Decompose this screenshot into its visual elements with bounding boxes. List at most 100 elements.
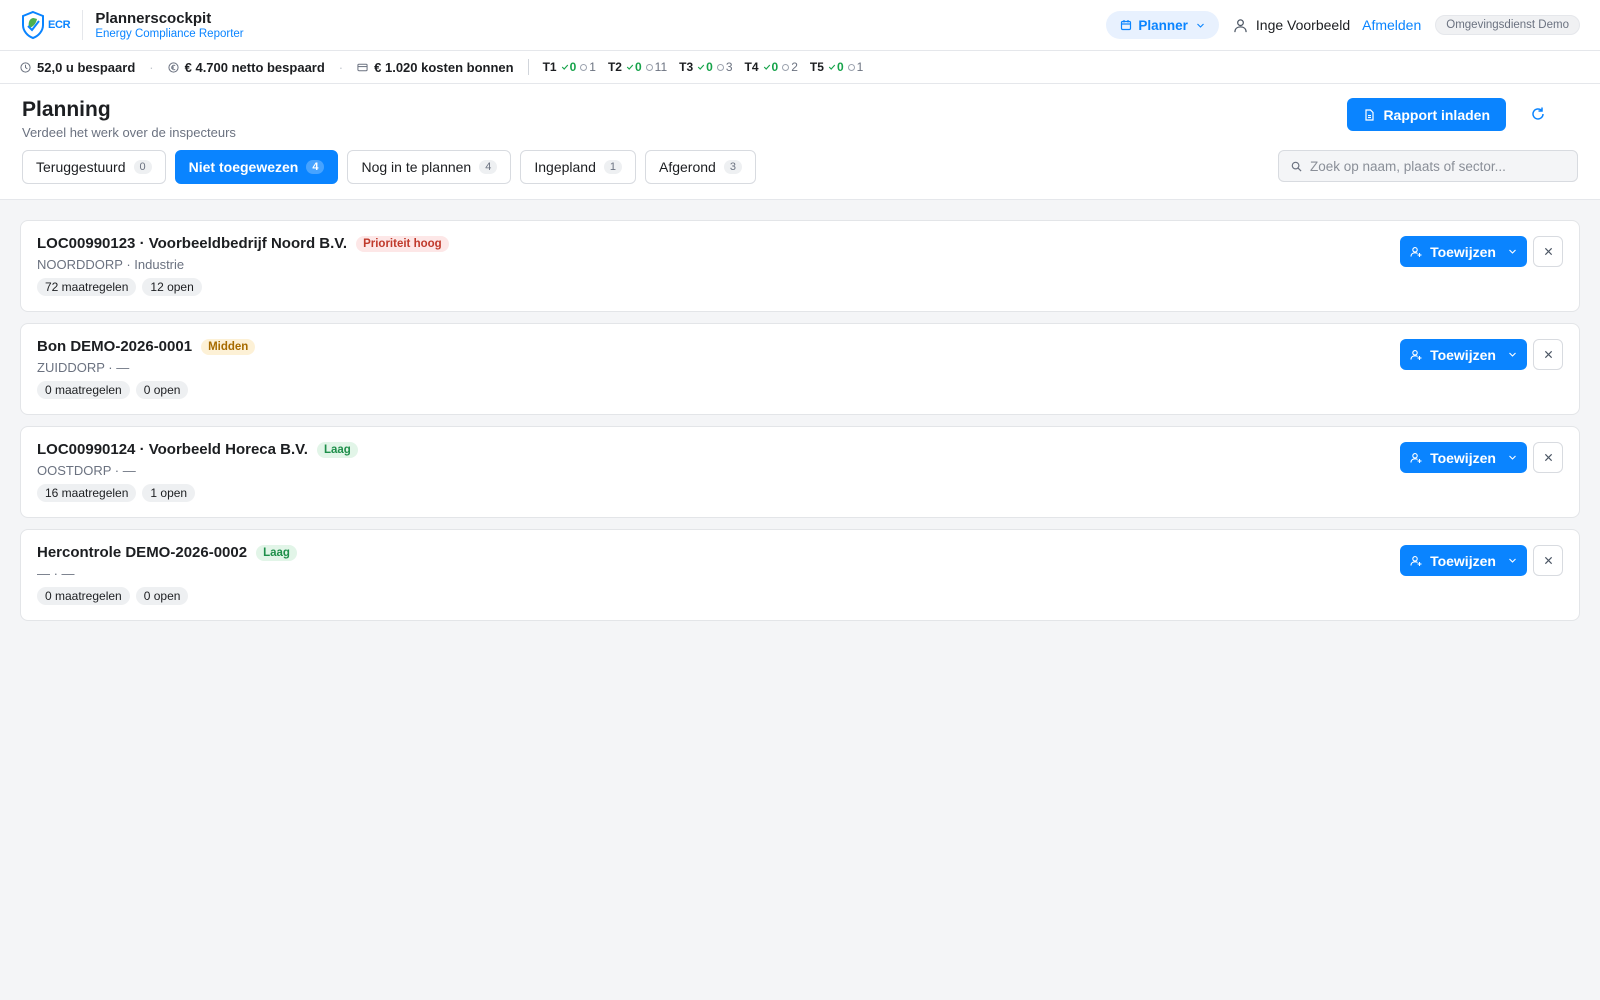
tab-count-badge: 1 (603, 160, 622, 174)
work-item-card[interactable]: Bon DEMO-2026-0001 Midden ZUIDDORP · — 0 ma… (20, 323, 1580, 415)
logout-link[interactable]: Afmelden (1362, 17, 1421, 33)
role-label: Planner (1138, 17, 1188, 33)
load-report-button[interactable]: Rapport inladen (1347, 98, 1506, 131)
user-plus-icon (1410, 452, 1422, 463)
card-location: ZUIDDORP · — (37, 360, 130, 375)
tier-done-value: 0 (706, 60, 713, 74)
card-chips: 0 maatregelen 0 open (37, 381, 1563, 399)
open-count: 1 open (142, 484, 196, 502)
assign-button[interactable]: Toewijzen (1400, 236, 1527, 267)
measures-count: 0 maatregelen (37, 587, 130, 605)
refresh-icon[interactable] (1530, 106, 1546, 122)
tier-4: T4 0 2 (745, 60, 798, 74)
open-count: 0 open (135, 587, 189, 605)
check-icon (697, 64, 705, 70)
user-plus-icon (1410, 349, 1422, 360)
app-logo[interactable]: ECR (20, 10, 84, 40)
tab-teruggestuurd[interactable]: Teruggestuurd 0 (22, 150, 166, 184)
tier-done-value: 0 (771, 60, 779, 74)
measures-count: 72 maatregelen (37, 278, 137, 296)
dismiss-button[interactable] (1533, 339, 1563, 370)
priority-badge: Prioriteit hoog (356, 235, 449, 252)
stat-hours-saved: 52,0 u bespaard (20, 60, 135, 75)
credit-card-icon (357, 63, 368, 71)
tier-name: T1 (542, 60, 557, 74)
card-header: LOC00990123 · Voorbeeldbedrijf Noord B.V… (37, 235, 1563, 252)
tier-done-value: 0 (569, 60, 577, 74)
tier-done-count: 0 (828, 60, 844, 74)
tab-niet-toegewezen[interactable]: Niet toegewezen 4 (174, 150, 339, 184)
work-item-card[interactable]: LOC00990123 · Voorbeeldbedrijf Noord B.V… (20, 220, 1580, 312)
tab-nog-in-te-plannen[interactable]: Nog in te plannen 4 (347, 150, 512, 184)
tab-label: Teruggestuurd (36, 159, 126, 175)
dismiss-button[interactable] (1533, 545, 1563, 576)
dismiss-button[interactable] (1533, 236, 1563, 267)
work-item-card[interactable]: Hercontrole DEMO-2026-0002 Laag — · — 0 maa… (20, 529, 1580, 621)
user-plus-icon (1410, 246, 1422, 257)
user-name: Inge Voorbeeld (1255, 17, 1351, 33)
open-count: 12 open (142, 278, 202, 296)
check-icon (626, 64, 634, 70)
stats-bar: 52,0 u bespaard · € 4.700 netto bespaard… (0, 51, 1600, 84)
priority-badge: Laag (316, 441, 358, 458)
tab-ingepland[interactable]: Ingepland 1 (520, 150, 636, 184)
tier-2: T2 0 11 (608, 60, 667, 74)
chevron-down-icon (1509, 352, 1516, 357)
tier-done-value: 0 (634, 60, 642, 74)
header-right: Planner Inge Voorbeeld Afmelden Omgeving… (1106, 11, 1580, 39)
tier-open-count: 2 (782, 60, 798, 74)
organization-badge: Omgevingsdienst Demo (1435, 15, 1580, 35)
card-chips: 0 maatregelen 0 open (37, 587, 1563, 605)
card-title: LOC00990124 · Voorbeeld Horeca B.V. (37, 441, 308, 458)
tier-open-count: 3 (716, 60, 733, 74)
voucher-costs-text: € 1.020 kosten bonnen (374, 59, 514, 75)
card-location: OOSTDORP · — (37, 463, 136, 478)
card-title: Hercontrole DEMO-2026-0002 (37, 544, 248, 561)
tier-done-count: 0 (697, 60, 713, 74)
tier-open-value: 3 (725, 60, 733, 74)
tier-name: T4 (744, 60, 759, 74)
work-item-card[interactable]: LOC00990124 · Voorbeeld Horeca B.V. Laag O… (20, 426, 1580, 518)
circle-icon (716, 63, 724, 71)
measures-count: 0 maatregelen (37, 381, 130, 399)
tab-count-badge: 4 (479, 160, 498, 174)
tab-label: Ingepland (534, 159, 596, 175)
close-icon (1544, 350, 1552, 359)
dismiss-button[interactable] (1533, 442, 1563, 473)
chevron-down-icon (1509, 455, 1516, 460)
circle-icon (580, 63, 588, 71)
card-chips: 16 maatregelen 1 open (37, 484, 1563, 502)
brand: Plannerscockpit Energy Compliance Report… (95, 10, 243, 40)
assign-button[interactable]: Toewijzen (1400, 442, 1527, 473)
check-icon (828, 64, 836, 70)
assign-label: Toewijzen (1430, 243, 1496, 260)
page-title: Planning (22, 98, 111, 121)
measures-count: 16 maatregelen (37, 484, 137, 502)
separator-dot: · (149, 59, 154, 75)
tab-label: Afgerond (659, 159, 716, 175)
page-header: Planning Verdeel het werk over de inspec… (0, 84, 1600, 200)
assign-button[interactable]: Toewijzen (1400, 339, 1527, 370)
tier-done-count: 0 (561, 60, 577, 74)
chevron-down-icon (1509, 249, 1516, 254)
tier-5: T5 0 1 (810, 60, 863, 74)
tab-afgerond[interactable]: Afgerond 3 (645, 150, 756, 184)
card-header: LOC00990124 · Voorbeeld Horeca B.V. Laag (37, 441, 1563, 458)
user-info: Inge Voorbeeld Afmelden (1233, 17, 1421, 33)
search-input[interactable] (1310, 158, 1565, 174)
card-header: Hercontrole DEMO-2026-0002 Laag (37, 544, 1563, 561)
open-count: 0 open (135, 381, 189, 399)
tier-open-value: 1 (856, 60, 864, 74)
status-tabs: Teruggestuurd 0 Niet toegewezen 4 Nog in te … (22, 150, 756, 184)
assign-button[interactable]: Toewijzen (1400, 545, 1527, 576)
tier-summary: T1 0 1 T2 0 11 T3 0 3 T4 0 2 T5 0 1 (543, 60, 876, 74)
role-switcher[interactable]: Planner (1106, 11, 1219, 39)
tier-3: T3 0 3 (679, 60, 732, 74)
app-title: Plannerscockpit (95, 10, 212, 27)
priority-badge: Midden (201, 338, 256, 355)
search-box[interactable] (1278, 150, 1578, 182)
card-location: NOORDDORP · Industrie (37, 257, 185, 272)
assign-label: Toewijzen (1430, 346, 1496, 363)
close-icon (1544, 453, 1552, 462)
card-header: Bon DEMO-2026-0001 Midden (37, 338, 1563, 355)
